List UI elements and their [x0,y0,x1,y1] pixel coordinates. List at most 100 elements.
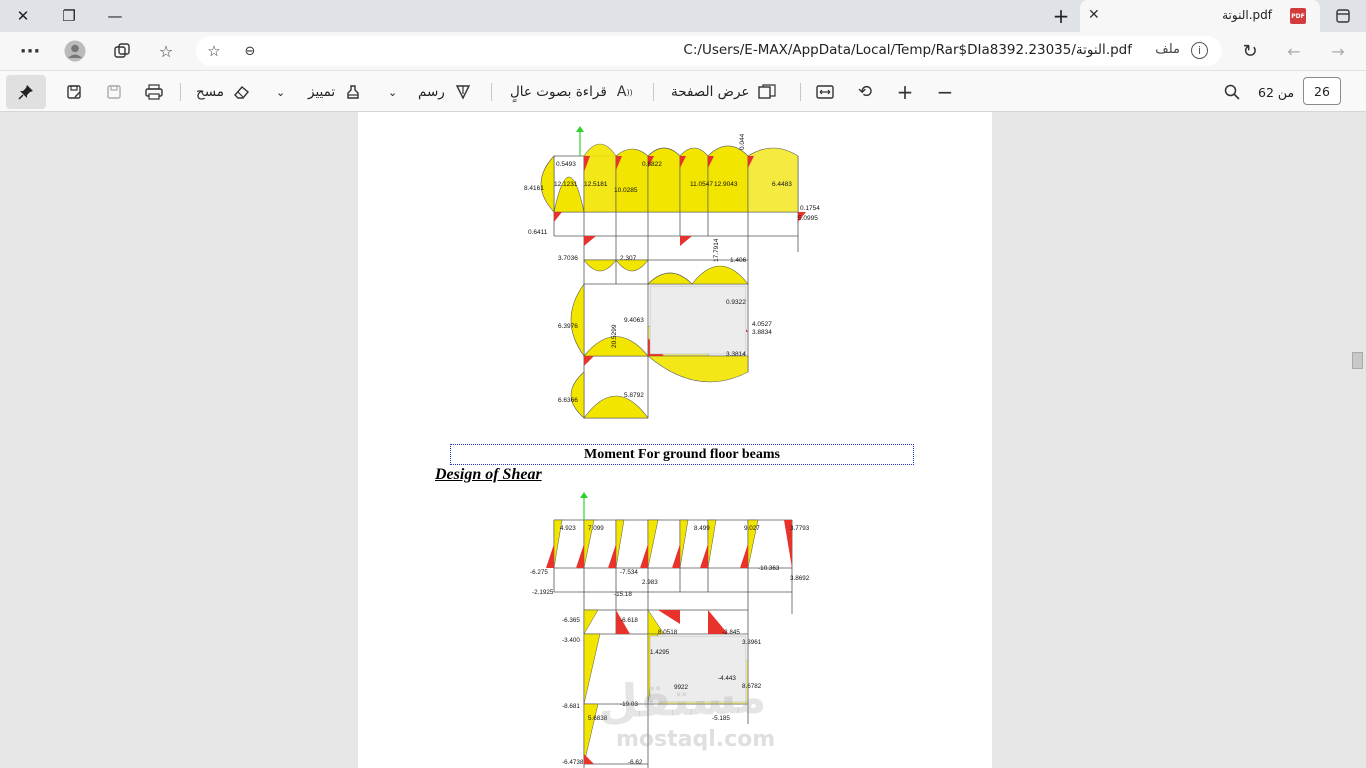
toolbar-divider [180,83,181,101]
shear-label: -8.681 [562,703,580,710]
shear-label: -7.534 [620,569,638,576]
pen-icon [453,82,473,102]
zoom-out-icon: − [936,80,954,104]
moment-label: 10.0285 [614,187,638,194]
more-menu-icon[interactable]: ··· [18,40,42,62]
shear-label: -6.62 [628,759,643,766]
moment-label: 3.8834 [752,329,772,336]
zoom-out-button[interactable]: − [935,80,955,104]
zoom-icon[interactable]: ⊖ [238,40,262,62]
back-icon[interactable]: ← [1282,40,1306,62]
moment-label: 9.4063 [624,317,644,324]
print-icon [144,82,164,102]
shear-label: -6.618 [620,617,638,624]
read-aloud-label: قراءة بصوت عالٍ [510,84,607,100]
fit-width-icon [815,82,835,102]
page-number-input[interactable]: 26 [1303,77,1341,105]
site-info-icon[interactable]: i [1191,42,1208,59]
highlight-button[interactable]: تمييز [308,80,363,104]
tab-title: النوتة.pdf [1222,8,1272,22]
shear-label: 4.923 [560,525,576,532]
shear-label: -10.363 [758,565,780,572]
eraser-icon [232,82,252,102]
moment-label: 3.7036 [558,255,578,262]
pin-toolbar-icon[interactable] [6,75,46,109]
pdf-viewer[interactable]: 8.4161 12.1231 12.5181 10.0285 11.0547 1… [0,112,1366,768]
shear-label: 8.499 [694,525,710,532]
watermark: مستقل [597,669,768,729]
shear-label: 3.3961 [742,639,762,646]
search-icon [1222,82,1242,102]
highlight-label: تمييز [308,84,336,100]
read-aloud-button[interactable]: قراءة بصوت عالٍ A)) [510,80,635,104]
tab-actions-icon[interactable] [1320,0,1366,32]
title-bar: ✕ ❐ — + ✕ النوتة.pdf PDF [0,0,1366,32]
address-bar: ··· ☆ ☆ ⊖ C:/Users/E-MAX/AppData/Local/T… [0,32,1366,70]
moment-label: 0.044 [739,133,746,150]
shear-label: 3.7793 [790,525,810,532]
shear-label: 7.099 [588,525,604,532]
shear-label: -3.400 [562,637,580,644]
new-tab-icon[interactable]: + [1038,0,1084,32]
highlighter-icon [343,82,363,102]
save-as-button[interactable] [64,80,84,104]
moment-label: 12.9043 [714,181,738,188]
page-view-button[interactable]: عرض الصفحة [671,80,777,104]
minimize-window-icon[interactable]: — [92,0,138,32]
close-window-icon[interactable]: ✕ [0,0,46,32]
favorites-icon[interactable]: ☆ [154,40,178,62]
toolbar-divider [653,83,654,101]
rotate-button[interactable]: ⟲ [855,80,875,104]
moment-label: 0.9322 [726,299,746,306]
forward-icon[interactable]: → [1326,40,1350,62]
moment-label: 6.3976 [558,323,578,330]
search-button[interactable] [1222,80,1242,104]
browser-tab[interactable]: ✕ النوتة.pdf PDF [1080,0,1320,32]
url-text: C:/Users/E-MAX/AppData/Local/Temp/Rar$DI… [683,42,1132,58]
draw-label: رسم [418,84,445,100]
moment-label: 0.8822 [642,161,662,168]
page-total-label: من 62 [1258,84,1295,100]
moment-label: 5.8792 [624,392,644,399]
add-favorite-icon[interactable]: ☆ [202,40,226,62]
moment-label: 20.5299 [611,324,618,348]
rotate-icon: ⟲ [857,82,873,102]
scrollbar-thumb[interactable] [1352,352,1363,369]
highlight-options-chevron-icon[interactable]: ⌄ [276,80,285,104]
figure-caption: Moment For ground floor beams [584,447,780,462]
save-icon [104,82,124,102]
shear-label: -3.845 [722,629,740,636]
shear-label: 1.4295 [650,649,670,656]
address-field[interactable]: ☆ ⊖ C:/Users/E-MAX/AppData/Local/Temp/Ra… [196,36,1222,66]
profile-avatar-icon[interactable] [63,40,87,62]
moment-label: 12.1231 [554,181,578,188]
erase-button[interactable]: مسح [196,80,252,104]
watermark-url: mostaql.com [616,727,776,752]
moment-label: 2.307 [620,255,637,262]
page-view-label: عرض الصفحة [671,84,750,100]
moment-label: 11.0547 [690,181,713,188]
shear-label: 9.027 [744,525,760,532]
restore-window-icon[interactable]: ❐ [46,0,92,32]
moment-label: 3.3814 [726,351,746,358]
moment-label: 0.5493 [556,161,576,168]
erase-label: مسح [196,84,224,100]
print-button[interactable] [144,80,164,104]
fit-width-button[interactable] [815,80,835,104]
moment-label: 6.4483 [772,181,792,188]
moment-label: 1.406 [730,257,747,264]
draw-options-chevron-icon[interactable]: ⌄ [388,80,397,104]
zoom-in-button[interactable]: + [895,80,915,104]
refresh-icon[interactable]: ↻ [1238,40,1262,62]
collections-icon[interactable] [110,40,134,62]
read-aloud-icon: A)) [616,84,633,100]
toolbar-divider [491,83,492,101]
pdf-file-icon: PDF [1290,8,1306,24]
shear-label: 3.8692 [790,575,810,582]
moment-label: 0.1754 [800,205,820,212]
tab-close-icon[interactable]: ✕ [1088,7,1100,23]
draw-button[interactable]: رسم [418,80,473,104]
moment-diagram: 8.4161 12.1231 12.5181 10.0285 11.0547 1… [524,126,820,419]
file-scheme-label: ملف [1155,42,1180,57]
save-button[interactable] [104,80,124,104]
